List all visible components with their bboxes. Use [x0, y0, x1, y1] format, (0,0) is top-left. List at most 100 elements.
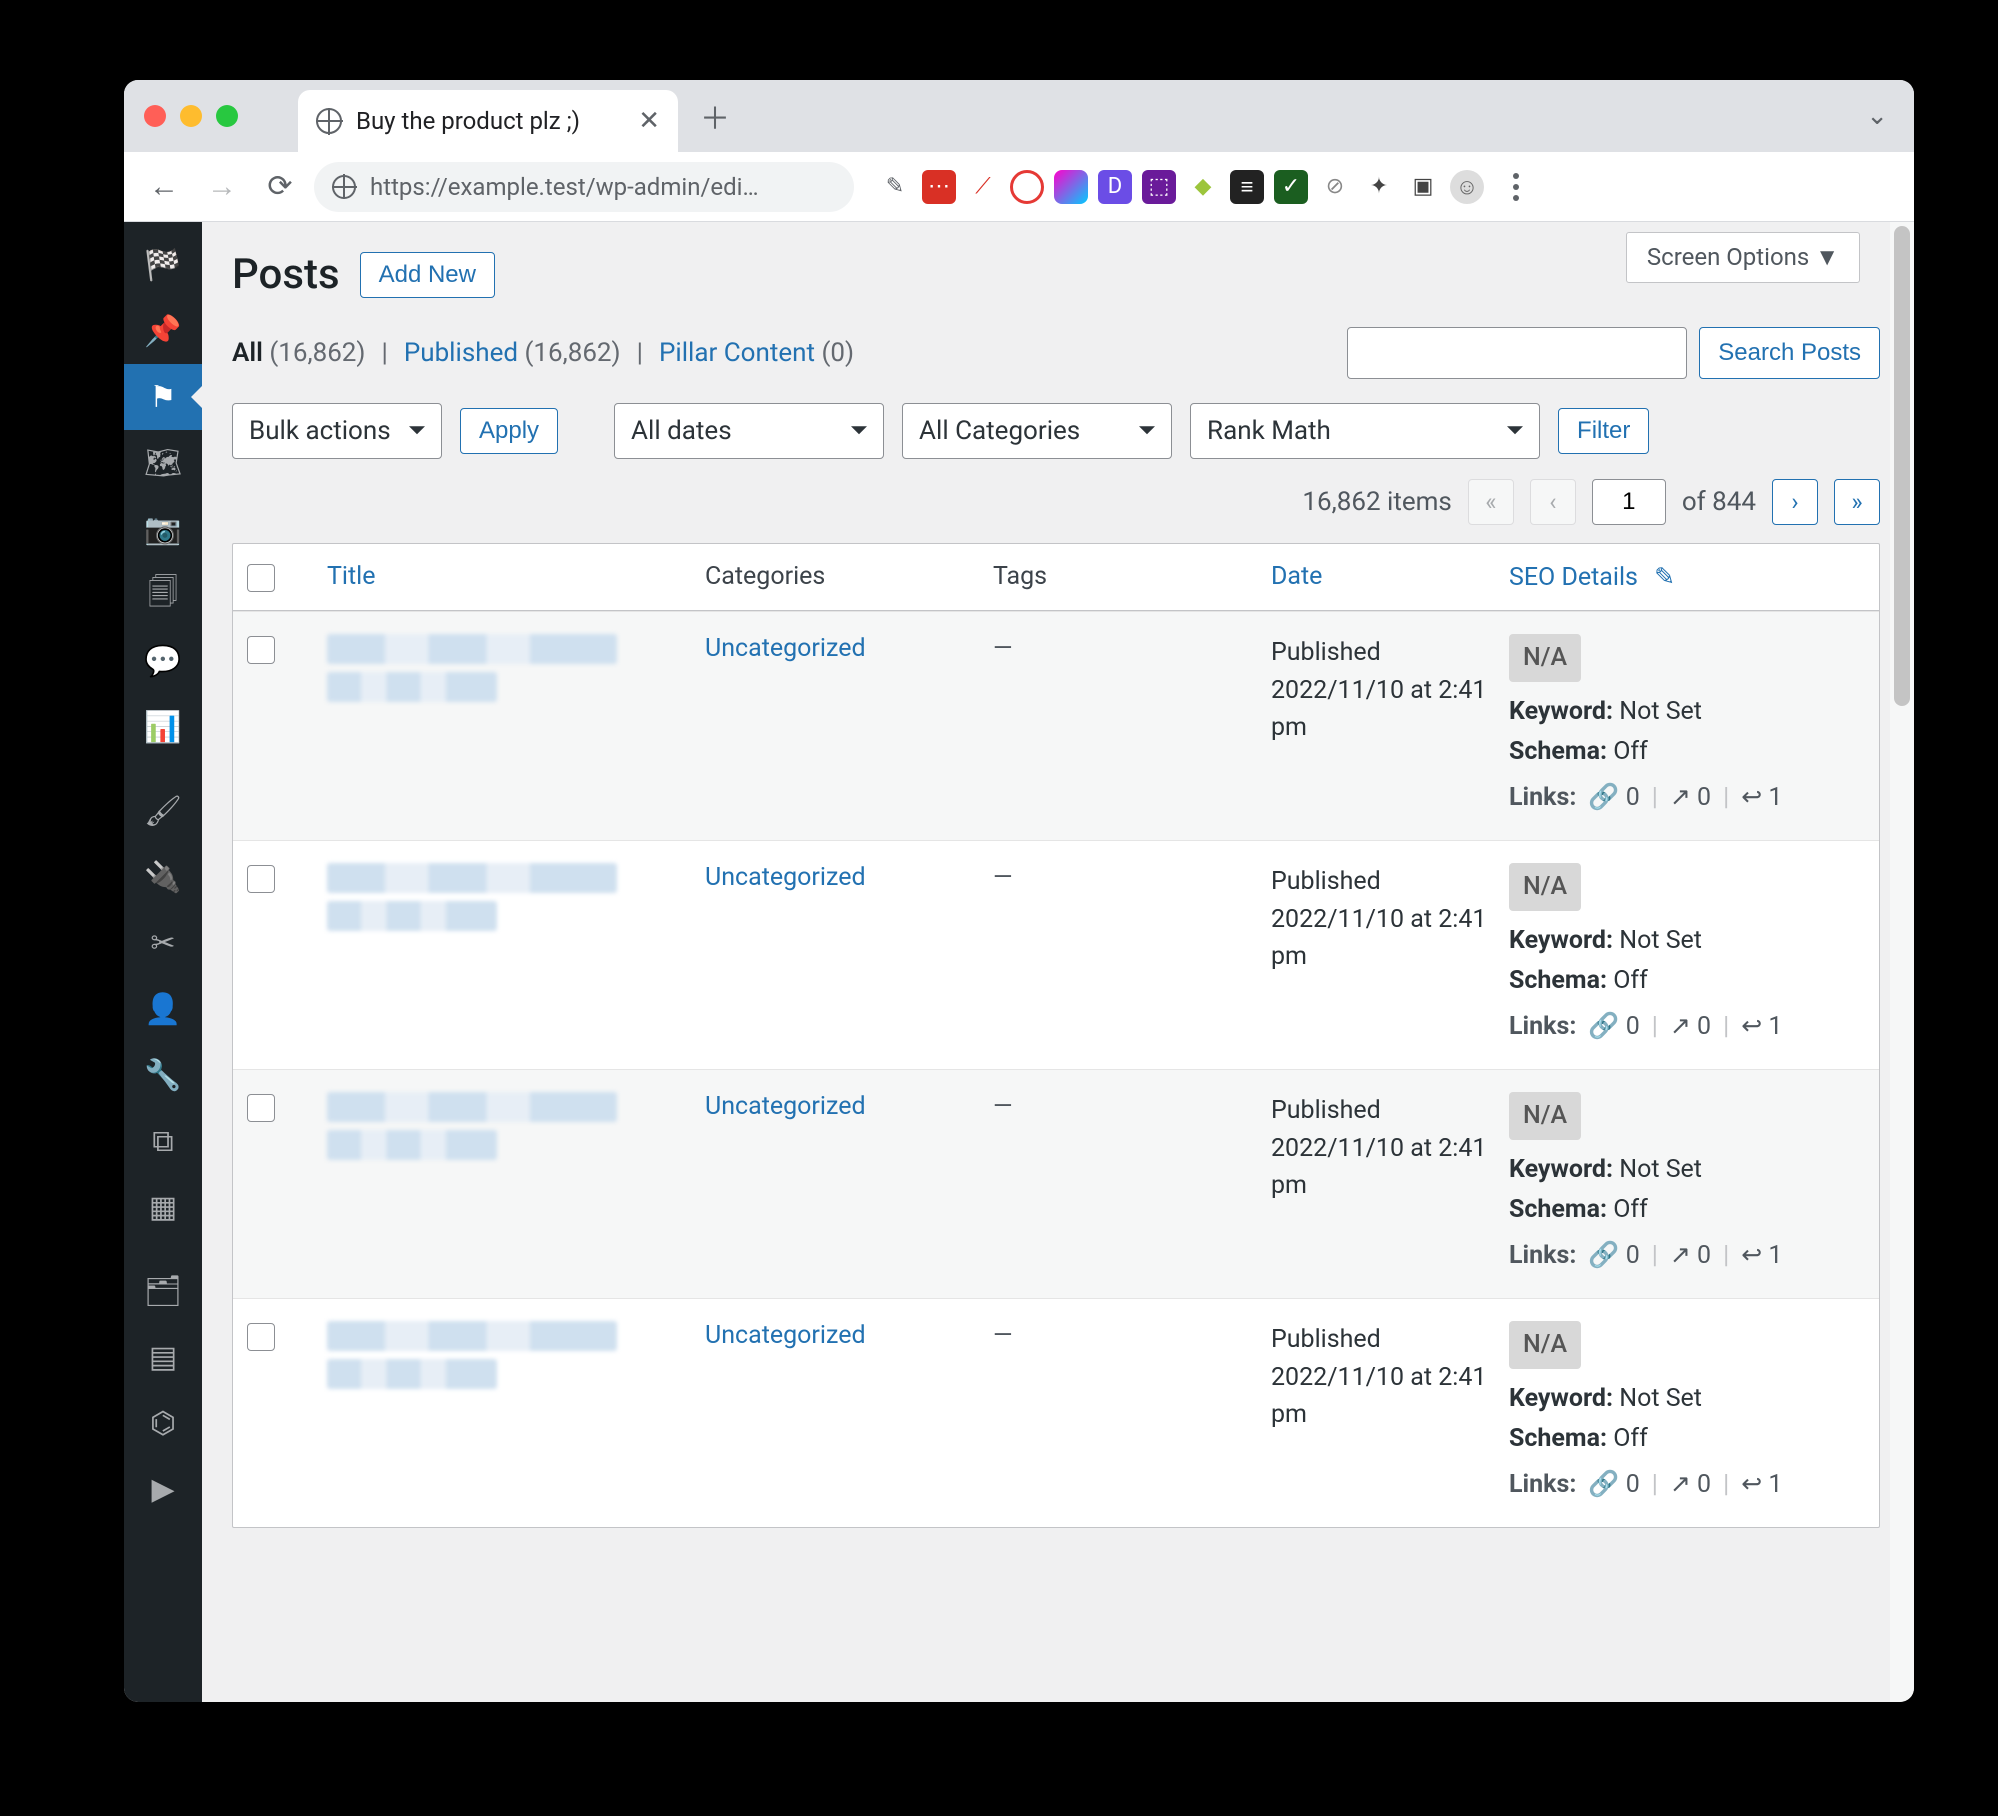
col-title[interactable]: Title: [327, 562, 376, 591]
search-button[interactable]: Search Posts: [1699, 327, 1880, 379]
category-link[interactable]: Uncategorized: [705, 1321, 866, 1350]
category-link[interactable]: Uncategorized: [705, 1092, 866, 1121]
date-status: Published: [1271, 1092, 1501, 1130]
external-links: ↗ 0: [1670, 778, 1711, 818]
post-title-redacted[interactable]: [327, 863, 617, 893]
browser-window: Buy the product plz ;) ✕ ＋ ⌄ ← → ⟳ https…: [124, 80, 1914, 1702]
post-title-redacted[interactable]: [327, 901, 497, 931]
site-globe-icon: [316, 108, 342, 134]
internal-links: 🔗 0: [1588, 1236, 1639, 1276]
screen-options-button[interactable]: Screen Options ▼: [1626, 232, 1860, 283]
incoming-links: ↩ 1: [1741, 1236, 1782, 1276]
seo-kw-label: Keyword:: [1509, 926, 1613, 955]
post-title-redacted[interactable]: [327, 1359, 497, 1389]
table-row: Uncategorized — Published 2022/11/10 at …: [233, 1298, 1879, 1527]
page-last-button[interactable]: »: [1834, 479, 1880, 525]
page-title: Posts: [232, 250, 340, 299]
tab-close-icon[interactable]: ✕: [638, 106, 660, 136]
sidebar-play-icon[interactable]: ▶: [124, 1456, 202, 1522]
tags-cell: —: [993, 1321, 1013, 1350]
sidebar-tools-icon[interactable]: 🔧: [124, 1042, 202, 1108]
close-window-icon[interactable]: [144, 105, 166, 127]
sidebar-cut-icon[interactable]: ✂: [124, 910, 202, 976]
seo-links-label: Links:: [1509, 778, 1576, 818]
site-info-icon[interactable]: [332, 175, 356, 199]
post-title-redacted[interactable]: [327, 1321, 617, 1351]
row-checkbox[interactable]: [247, 636, 275, 664]
rankmath-select[interactable]: Rank Math: [1190, 403, 1540, 459]
date-value: 2022/11/10 at 2:41 pm: [1271, 1130, 1501, 1205]
row-checkbox[interactable]: [247, 865, 275, 893]
date-status: Published: [1271, 634, 1501, 672]
browser-tab[interactable]: Buy the product plz ;) ✕: [298, 90, 678, 152]
edit-columns-icon[interactable]: ✎: [1654, 563, 1675, 592]
sidebar-pin-icon[interactable]: 📌: [124, 298, 202, 364]
tabs-overflow-icon[interactable]: ⌄: [1866, 101, 1900, 131]
incoming-links: ↩ 1: [1741, 1007, 1782, 1047]
sidebar-pages-icon[interactable]: 🗐: [124, 562, 202, 628]
seo-kw-label: Keyword:: [1509, 697, 1613, 726]
sidebar-comments-icon[interactable]: 💬: [124, 628, 202, 694]
wp-sidebar: 🏁 📌 ⚑ 🗺 📷 🗐 💬 📊 🖌 🔌 ✂ 👤 🔧 ⧉ ▦ 🗂 ▤ ⌬ ▶: [124, 222, 202, 1702]
page-next-button[interactable]: ›: [1772, 479, 1818, 525]
sidebar-misc-icon[interactable]: ⌬: [124, 1390, 202, 1456]
browser-titlebar: Buy the product plz ;) ✕ ＋ ⌄: [124, 80, 1914, 152]
sidebar-appearance-icon[interactable]: 🖌: [124, 778, 202, 844]
external-links: ↗ 0: [1670, 1007, 1711, 1047]
minimize-window-icon[interactable]: [180, 105, 202, 127]
col-seo[interactable]: SEO Details: [1509, 563, 1638, 592]
row-checkbox[interactable]: [247, 1323, 275, 1351]
table-row: Uncategorized — Published 2022/11/10 at …: [233, 611, 1879, 840]
filter-button[interactable]: Filter: [1558, 408, 1649, 454]
col-date[interactable]: Date: [1271, 562, 1322, 591]
nav-back-button[interactable]: ←: [140, 163, 188, 211]
sidebar-blocks-icon[interactable]: ▦: [124, 1174, 202, 1240]
date-value: 2022/11/10 at 2:41 pm: [1271, 672, 1501, 747]
categories-select[interactable]: All Categories: [902, 403, 1172, 459]
row-checkbox[interactable]: [247, 1094, 275, 1122]
seo-schema-label: Schema:: [1509, 966, 1607, 995]
dates-select[interactable]: All dates: [614, 403, 884, 459]
post-title-redacted[interactable]: [327, 672, 497, 702]
sidebar-posts-icon[interactable]: ⚑: [124, 364, 202, 430]
sidebar-users-icon[interactable]: 👤: [124, 976, 202, 1042]
sidebar-layers-icon[interactable]: 🗂: [124, 1258, 202, 1324]
select-all-checkbox[interactable]: [247, 564, 275, 592]
seo-kw-label: Keyword:: [1509, 1155, 1613, 1184]
seo-kw-value: Not Set: [1619, 697, 1702, 726]
view-published[interactable]: Published (16,862): [404, 338, 621, 368]
post-title-redacted[interactable]: [327, 1130, 497, 1160]
sidebar-widgets-icon[interactable]: ⧉: [124, 1108, 202, 1174]
nav-reload-button[interactable]: ⟳: [256, 163, 304, 211]
sidebar-dashboard-icon[interactable]: 🏁: [124, 232, 202, 298]
view-pillar[interactable]: Pillar Content (0): [659, 338, 854, 368]
post-title-redacted[interactable]: [327, 634, 617, 664]
sidebar-grid-icon[interactable]: ▤: [124, 1324, 202, 1390]
date-value: 2022/11/10 at 2:41 pm: [1271, 901, 1501, 976]
search-input[interactable]: [1347, 327, 1687, 379]
new-tab-button[interactable]: ＋: [690, 91, 740, 141]
nav-forward-button[interactable]: →: [198, 163, 246, 211]
add-new-button[interactable]: Add New: [360, 252, 495, 298]
seo-schema-value: Off: [1613, 1195, 1648, 1224]
maximize-window-icon[interactable]: [216, 105, 238, 127]
sidebar-plugins-icon[interactable]: 🔌: [124, 844, 202, 910]
post-title-redacted[interactable]: [327, 1092, 617, 1122]
view-all[interactable]: All (16,862): [232, 338, 365, 368]
sidebar-map-icon[interactable]: 🗺: [124, 430, 202, 496]
category-link[interactable]: Uncategorized: [705, 634, 866, 663]
browser-menu-button[interactable]: [1494, 165, 1538, 209]
seo-schema-label: Schema:: [1509, 1424, 1607, 1453]
sidebar-media-icon[interactable]: 📷: [124, 496, 202, 562]
category-link[interactable]: Uncategorized: [705, 863, 866, 892]
seo-schema-label: Schema:: [1509, 1195, 1607, 1224]
url-bar[interactable]: https://example.test/wp-admin/edi…: [314, 162, 854, 212]
seo-schema-value: Off: [1613, 1424, 1648, 1453]
tags-cell: —: [993, 863, 1013, 892]
view-filter-bar: All (16,862) | Published (16,862) | Pill…: [232, 327, 1880, 379]
bulk-apply-button[interactable]: Apply: [460, 408, 558, 454]
incoming-links: ↩ 1: [1741, 1465, 1782, 1505]
bulk-actions-select[interactable]: Bulk actions: [232, 403, 442, 459]
sidebar-stats-icon[interactable]: 📊: [124, 694, 202, 760]
page-current-input[interactable]: [1592, 479, 1666, 525]
